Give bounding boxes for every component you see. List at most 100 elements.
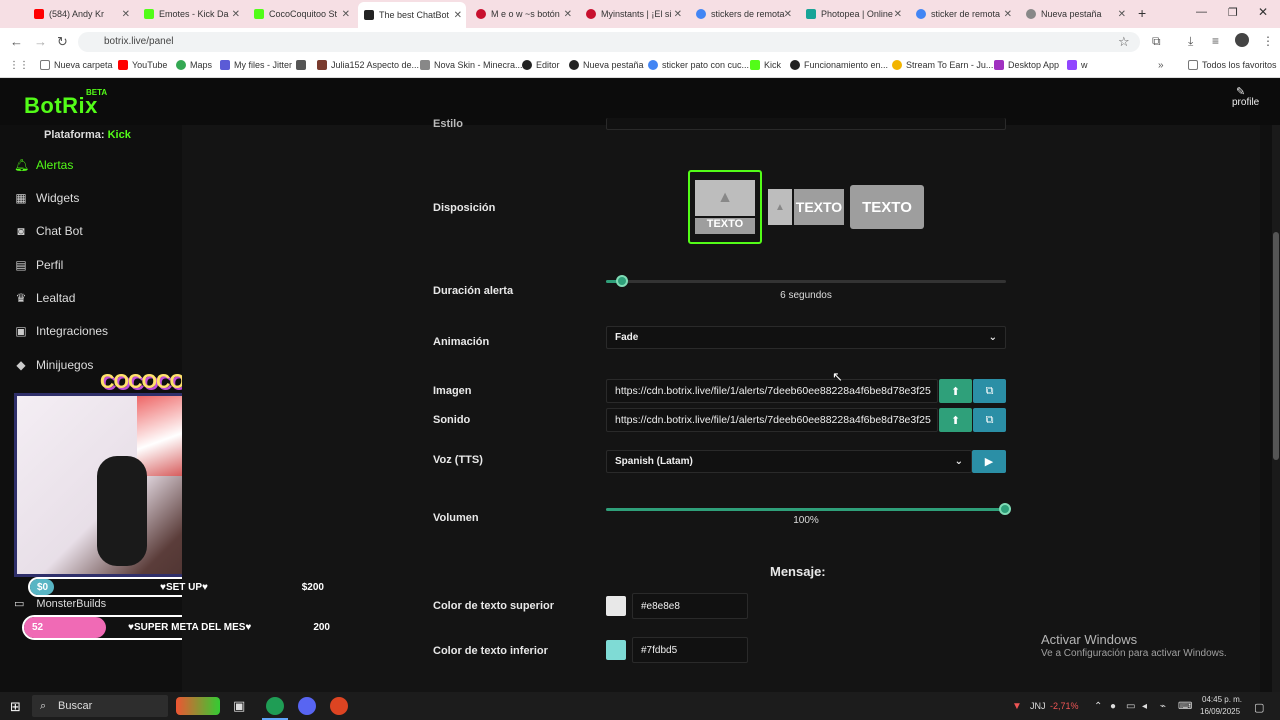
bookmark-item[interactable]: Stream To Earn - Ju...	[892, 60, 993, 70]
notifications-icon[interactable]: ▢	[1254, 701, 1264, 714]
bookmark-item[interactable]: w	[1067, 60, 1088, 70]
close-tab-icon[interactable]: ✕	[1118, 9, 1126, 20]
discord-icon[interactable]	[298, 697, 316, 715]
taskbar-search[interactable]: ⌕ Buscar	[32, 695, 168, 717]
sidebar-item-alertas[interactable]: 🔔︎ Alertas	[14, 158, 73, 172]
new-tab-button[interactable]: +	[1138, 5, 1146, 21]
volumen-slider-handle[interactable]	[999, 503, 1011, 515]
layout-option-text-over-image[interactable]: TEXTO	[850, 185, 924, 229]
close-tab-icon[interactable]: ✕	[232, 9, 240, 20]
browser-tab-1[interactable]: (584) Andy Kr ✕	[28, 4, 134, 24]
account-avatar[interactable]	[1235, 33, 1249, 47]
tray-expand-icon[interactable]: ⌃	[1094, 701, 1102, 712]
sidebar-item-monsterbuilds[interactable]: ▭ MonsterBuilds	[14, 597, 106, 611]
clock-date[interactable]: 16/09/2025	[1200, 707, 1240, 716]
all-bookmarks[interactable]: Todos los favoritos	[1188, 60, 1277, 70]
apps-icon[interactable]: ⋮⋮	[9, 60, 29, 71]
browser-tab-8[interactable]: Photopea | Online ✕	[800, 4, 906, 24]
url-input[interactable]: botrix.live/panel	[78, 32, 1140, 52]
browser-tab-9[interactable]: sticker de remota ✕	[910, 4, 1016, 24]
layout-option-image-left[interactable]: ▲ TEXTO	[768, 189, 844, 225]
network-icon[interactable]: ⌁	[1160, 701, 1166, 712]
bookmark-item[interactable]: Nova Skin - Minecra...	[420, 60, 523, 70]
more-bookmarks-icon[interactable]: »	[1158, 60, 1164, 71]
clock-time[interactable]: 04:45 p. m.	[1202, 695, 1242, 704]
close-tab-icon[interactable]: ✕	[674, 9, 682, 20]
gallery-sonido-button[interactable]: ⧉	[973, 408, 1006, 432]
duracion-slider-handle[interactable]	[616, 275, 628, 287]
browser-tab-2[interactable]: Emotes - Kick Da ✕	[138, 4, 244, 24]
animacion-select[interactable]: Fade ⌄	[606, 326, 1006, 349]
browser-tab-4-active[interactable]: The best ChatBot ✕	[358, 2, 466, 28]
close-tab-icon[interactable]: ✕	[342, 9, 350, 20]
close-tab-icon[interactable]: ✕	[564, 9, 572, 20]
download-icon[interactable]: ⤓	[1188, 34, 1193, 49]
play-tts-button[interactable]: ▶	[972, 450, 1006, 473]
bookmark-item[interactable]: Desktop App	[994, 60, 1059, 70]
windows-start-icon[interactable]: ⊞	[10, 699, 21, 715]
layout-option-image-top[interactable]: ▲ TEXTO	[688, 170, 762, 244]
close-tab-icon[interactable]: ✕	[784, 9, 792, 20]
color-superior-input[interactable]: #e8e8e8	[632, 593, 748, 619]
profile-link[interactable]: profile	[1232, 97, 1259, 108]
sidebar-item-chat-bot[interactable]: ◙ Chat Bot	[14, 224, 82, 238]
task-view-icon[interactable]: ▣	[233, 698, 245, 714]
color-inferior-label: Color de texto inferior	[433, 645, 548, 657]
upload-sonido-button[interactable]: ⬆	[939, 408, 972, 432]
bookmark-item[interactable]: Kick	[750, 60, 781, 70]
minimize-icon[interactable]: —	[1196, 6, 1207, 18]
color-inferior-swatch[interactable]	[606, 640, 626, 660]
imagen-url-input[interactable]: https://cdn.botrix.live/file/1/alerts/7d…	[606, 379, 938, 403]
sonido-url-input[interactable]: https://cdn.botrix.live/file/1/alerts/7d…	[606, 408, 938, 432]
voz-tts-select[interactable]: Spanish (Latam) ⌄	[606, 450, 972, 473]
close-tab-icon[interactable]: ✕	[454, 10, 462, 21]
menu-icon[interactable]: ⋮	[1262, 34, 1274, 48]
browser-tab-10[interactable]: Nueva pestaña ✕	[1020, 4, 1130, 24]
sidebar-item-minijuegos[interactable]: ◆ Minijuegos	[14, 358, 93, 372]
bookmark-item[interactable]: Nueva carpeta	[40, 60, 113, 70]
back-icon[interactable]: ←	[10, 34, 23, 49]
gallery-imagen-button[interactable]: ⧉	[973, 379, 1006, 403]
close-window-icon[interactable]: ✕	[1258, 5, 1268, 19]
microphone-icon[interactable]: ●	[1110, 701, 1116, 712]
maximize-icon[interactable]: ❐	[1228, 6, 1238, 19]
reload-icon[interactable]: ↻	[57, 34, 68, 50]
bookmark-item[interactable]: YouTube	[118, 60, 167, 70]
bookmark-item[interactable]: Nueva pestaña	[569, 60, 644, 70]
close-tab-icon[interactable]: ✕	[1004, 9, 1012, 20]
duracion-slider-track[interactable]	[606, 280, 1006, 283]
estilo-select[interactable]	[606, 118, 1006, 130]
upload-imagen-button[interactable]: ⬆	[939, 379, 972, 403]
color-superior-swatch[interactable]	[606, 596, 626, 616]
close-tab-icon[interactable]: ✕	[894, 9, 902, 20]
battery-icon[interactable]: ▭	[1126, 701, 1135, 712]
bookmark-star-icon[interactable]: ☆	[1118, 34, 1130, 50]
bookmark-item[interactable]: Julia152 Aspecto de...	[317, 60, 419, 70]
browser-tab-6[interactable]: Myinstants | ¡El si ✕	[580, 4, 686, 24]
sidebar-item-perfil[interactable]: ▤ Perfil	[14, 258, 63, 272]
browser-tab-3[interactable]: CocoCoquitoo St ✕	[248, 4, 354, 24]
close-tab-icon[interactable]: ✕	[122, 9, 130, 20]
obs-icon[interactable]	[330, 697, 348, 715]
sidebar-item-integraciones[interactable]: ▣ Integraciones	[14, 324, 108, 338]
stock-ticker[interactable]: JNJ	[1030, 701, 1046, 711]
taskbar-widget-icon[interactable]	[176, 697, 220, 715]
bookmark-item[interactable]: sticker pato con cuc...	[648, 60, 749, 70]
bookmark-item[interactable]: My files - Jitter	[220, 60, 292, 70]
bookmark-item[interactable]: Funcionamiento en...	[790, 60, 888, 70]
browser-tab-5[interactable]: M e o w ~s botón ✕	[470, 4, 576, 24]
volume-icon[interactable]: ◂	[1142, 701, 1147, 712]
bookmark-item[interactable]: Editor	[522, 60, 560, 70]
bookmark-item[interactable]: Maps	[176, 60, 212, 70]
page-scrollbar-thumb[interactable]	[1273, 232, 1279, 460]
color-inferior-input[interactable]: #7fdbd5	[632, 637, 748, 663]
browser-tab-7[interactable]: stickers de remota ✕	[690, 4, 796, 24]
chrome-icon[interactable]	[266, 697, 284, 715]
extensions-icon[interactable]: ⧉	[1152, 34, 1161, 49]
keyboard-icon[interactable]: ⌨	[1178, 701, 1192, 712]
sidebar-item-lealtad[interactable]: ♛ Lealtad	[14, 291, 76, 305]
bookmark-item[interactable]	[296, 60, 310, 70]
sidebar-item-widgets[interactable]: ▦ Widgets	[14, 191, 79, 205]
forward-icon[interactable]: →	[34, 34, 47, 49]
media-icon[interactable]: ≡	[1212, 34, 1219, 48]
